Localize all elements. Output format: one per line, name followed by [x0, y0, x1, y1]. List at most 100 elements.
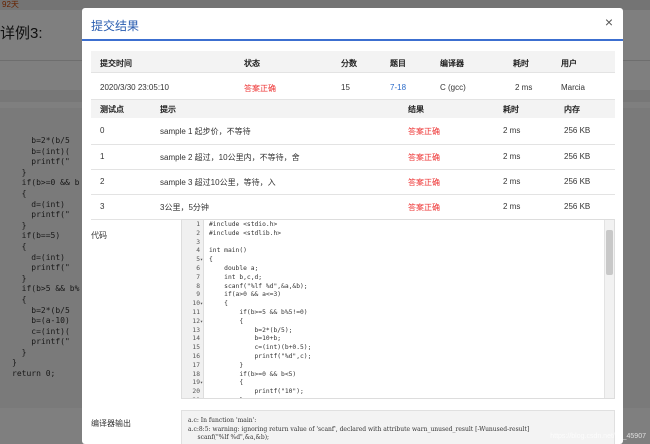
line-number: 14: [192, 335, 200, 343]
code-line: 14 b=10+b;: [182, 335, 597, 344]
testcase-id: 2: [100, 177, 105, 186]
header-compiler: 编译器: [440, 59, 464, 68]
compiler-output-label: 编译器输出: [91, 419, 131, 428]
testcase-id: 1: [100, 152, 105, 161]
code-text: {: [209, 379, 244, 387]
testcase-table-header: 测试点 提示 结果 耗时 内存: [91, 100, 615, 118]
problem-link[interactable]: 7-18: [390, 83, 406, 92]
line-number: 6: [196, 264, 200, 272]
code-line: 1 #include <stdio.h>: [182, 221, 597, 230]
code-line: 18 if(b>=0 && b<5): [182, 371, 597, 380]
watermark: https://blog.csdn.net/qq_45907: [550, 433, 646, 440]
code-line: 19 ▾ {: [182, 379, 597, 388]
code-line: 12 ▾ {: [182, 318, 597, 327]
header-status: 状态: [244, 59, 260, 68]
testcase-result: 答案正确: [408, 178, 440, 187]
code-text: double a;: [209, 264, 259, 272]
compiler-value: C (gcc): [440, 83, 466, 92]
testcase-time: 2 ms: [503, 152, 521, 161]
code-line: 11 if(b>=5 && b%5!=0): [182, 309, 597, 318]
score-value: 15: [341, 83, 350, 92]
line-number: 11: [192, 308, 200, 316]
divider: [91, 194, 615, 195]
line-number: 21: [182, 397, 200, 398]
code-text: {: [209, 256, 213, 264]
fold-toggle-icon[interactable]: ▾: [200, 256, 204, 265]
code-line: 2 #include <stdlib.h>: [182, 230, 597, 239]
line-number: 9: [196, 291, 200, 299]
duration-value: 2 ms: [515, 83, 533, 92]
testcase-memory: 256 KB: [564, 152, 591, 161]
divider: [91, 169, 615, 170]
header-result: 结果: [408, 105, 424, 114]
header-user: 用户: [561, 59, 577, 68]
header-time: 耗时: [503, 105, 519, 114]
header-submit-time: 提交时间: [100, 59, 132, 68]
code-line: 10 ▾ {: [182, 300, 597, 309]
fold-toggle-icon[interactable]: ▾: [200, 318, 204, 327]
code-text: {: [209, 317, 244, 325]
fold-toggle-icon[interactable]: ▾: [200, 379, 204, 388]
header-hint: 提示: [160, 105, 176, 114]
code-text: printf("%d",c);: [209, 352, 312, 360]
code-scrollbar[interactable]: [604, 220, 614, 398]
code-text: #include <stdlib.h>: [209, 229, 282, 237]
testcase-time: 2 ms: [503, 177, 521, 186]
submission-result-modal: 提交结果 × 提交时间 状态 分数 题目 编译器 耗时 用户 2020/3/30…: [82, 8, 623, 444]
line-number: 4: [196, 247, 200, 255]
line-number: 8: [196, 282, 200, 290]
line-number: 17: [192, 361, 200, 369]
code-editor[interactable]: 1 #include <stdio.h> 2 #include <stdlib.h> 3…: [181, 219, 615, 399]
header-testcase: 测试点: [100, 105, 124, 114]
testcase-hint: sample 1 起步价，不等待: [160, 127, 251, 136]
testcase-memory: 256 KB: [564, 202, 591, 211]
code-text: }: [209, 361, 244, 369]
testcase-row: 2 sample 3 超过10公里，等待，入 答案正确 2 ms 256 KB: [91, 169, 615, 194]
code-scrollbar-thumb[interactable]: [606, 230, 613, 275]
line-number: 1: [196, 221, 200, 228]
code-text: int main(): [209, 247, 247, 255]
user-value: Marcia: [561, 83, 586, 92]
testcase-result: 答案正确: [408, 127, 440, 136]
code-text: int b,c,d;: [209, 273, 263, 281]
code-line: 17 }: [182, 362, 597, 371]
testcase-row: 1 sample 2 超过，10公里内，不等待，舍 答案正确 2 ms 256 …: [91, 144, 615, 169]
compiler-output-line: a.c: In function 'main':: [188, 417, 257, 424]
compiler-output-line: a.c:8:5: warning: ignoring return value …: [188, 425, 530, 433]
line-number: 12: [192, 317, 200, 325]
testcase-result: 答案正确: [408, 153, 440, 162]
code-line: 7 int b,c,d;: [182, 274, 597, 283]
line-number: 16: [192, 352, 200, 360]
code-line: 9 if(a>0 && a<=3): [182, 291, 597, 300]
code-line: 5 ▾ {: [182, 256, 597, 265]
divider: [91, 99, 615, 100]
line-number: 18: [192, 370, 200, 378]
line-number: 13: [192, 326, 200, 334]
line-number: 15: [192, 344, 200, 352]
line-number: 2: [196, 229, 200, 237]
code-line: 21 }: [182, 397, 597, 398]
submit-time: 2020/3/30 23:05:10: [100, 83, 169, 92]
line-number: 10: [192, 300, 200, 308]
fold-toggle-icon[interactable]: ▾: [200, 300, 204, 309]
compiler-output-line: scanf("%lf %d",&a,&b);: [188, 434, 270, 441]
testcase-hint: sample 2 超过，10公里内，不等待，舍: [160, 153, 300, 162]
testcase-memory: 256 KB: [564, 126, 591, 135]
code-text: #include <stdio.h>: [209, 221, 278, 228]
close-icon[interactable]: ×: [605, 15, 613, 29]
divider: [91, 72, 615, 73]
code-line: 3: [182, 239, 597, 248]
modal-title: 提交结果: [91, 19, 140, 33]
testcase-row: 3 3公里，5分钟 答案正确 2 ms 256 KB: [91, 194, 615, 219]
divider: [91, 144, 615, 145]
testcase-result: 答案正确: [408, 203, 440, 212]
code-text: c=(int)(b+0.5);: [209, 344, 312, 352]
testcase-memory: 256 KB: [564, 177, 591, 186]
code-line: 8 scanf("%lf %d",&a,&b);: [182, 283, 597, 292]
code-line: 15 c=(int)(b+0.5);: [182, 344, 597, 353]
modal-header: 提交结果 ×: [82, 8, 623, 41]
testcase-time: 2 ms: [503, 126, 521, 135]
code-text: printf("10");: [209, 388, 304, 396]
line-number: 20: [192, 388, 200, 396]
header-score: 分数: [341, 59, 357, 68]
